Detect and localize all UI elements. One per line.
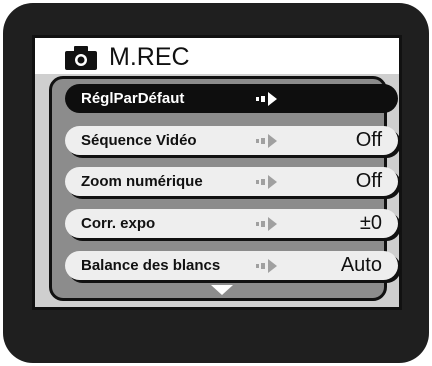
down-triangle-icon[interactable] (211, 285, 233, 295)
camera-icon (65, 46, 97, 70)
menu-item-value: Off (355, 129, 382, 151)
page-title: M.REC (109, 43, 190, 71)
menu-item-label: Zoom numérique (81, 173, 203, 190)
submenu-arrow-icon (256, 217, 277, 231)
submenu-arrow-icon (256, 175, 277, 189)
menu-item-sequence-video[interactable]: Séquence Vidéo Off (65, 126, 398, 155)
menu-item-label: Séquence Vidéo (81, 132, 197, 149)
menu-item-label: Corr. expo (81, 215, 156, 232)
menu-item-value: Auto (340, 254, 382, 276)
submenu-arrow-icon (256, 134, 277, 148)
menu-item-value: Off (355, 170, 382, 192)
menu-item-corr-expo[interactable]: Corr. expo ±0 (65, 209, 398, 238)
menu-header: M.REC (35, 38, 399, 74)
menu-item-label: Balance des blancs (81, 257, 221, 274)
menu-item-value: ±0 (359, 212, 382, 234)
menu-item-reglpardefaut[interactable]: RéglParDéfaut (65, 84, 398, 113)
menu-item-zoom-numerique[interactable]: Zoom numérique Off (65, 167, 398, 196)
menu-panel: RéglParDéfaut Séquence Vidéo Off Zoom nu… (49, 76, 398, 301)
submenu-arrow-icon (256, 259, 277, 273)
menu-item-balance-des-blancs[interactable]: Balance des blancs Auto (65, 251, 398, 280)
menu-item-label: RéglParDéfaut (81, 90, 185, 107)
lcd-screen: M.REC RéglParDéfaut Séquence Vidéo Off Z… (32, 35, 402, 310)
submenu-arrow-icon (256, 92, 277, 106)
